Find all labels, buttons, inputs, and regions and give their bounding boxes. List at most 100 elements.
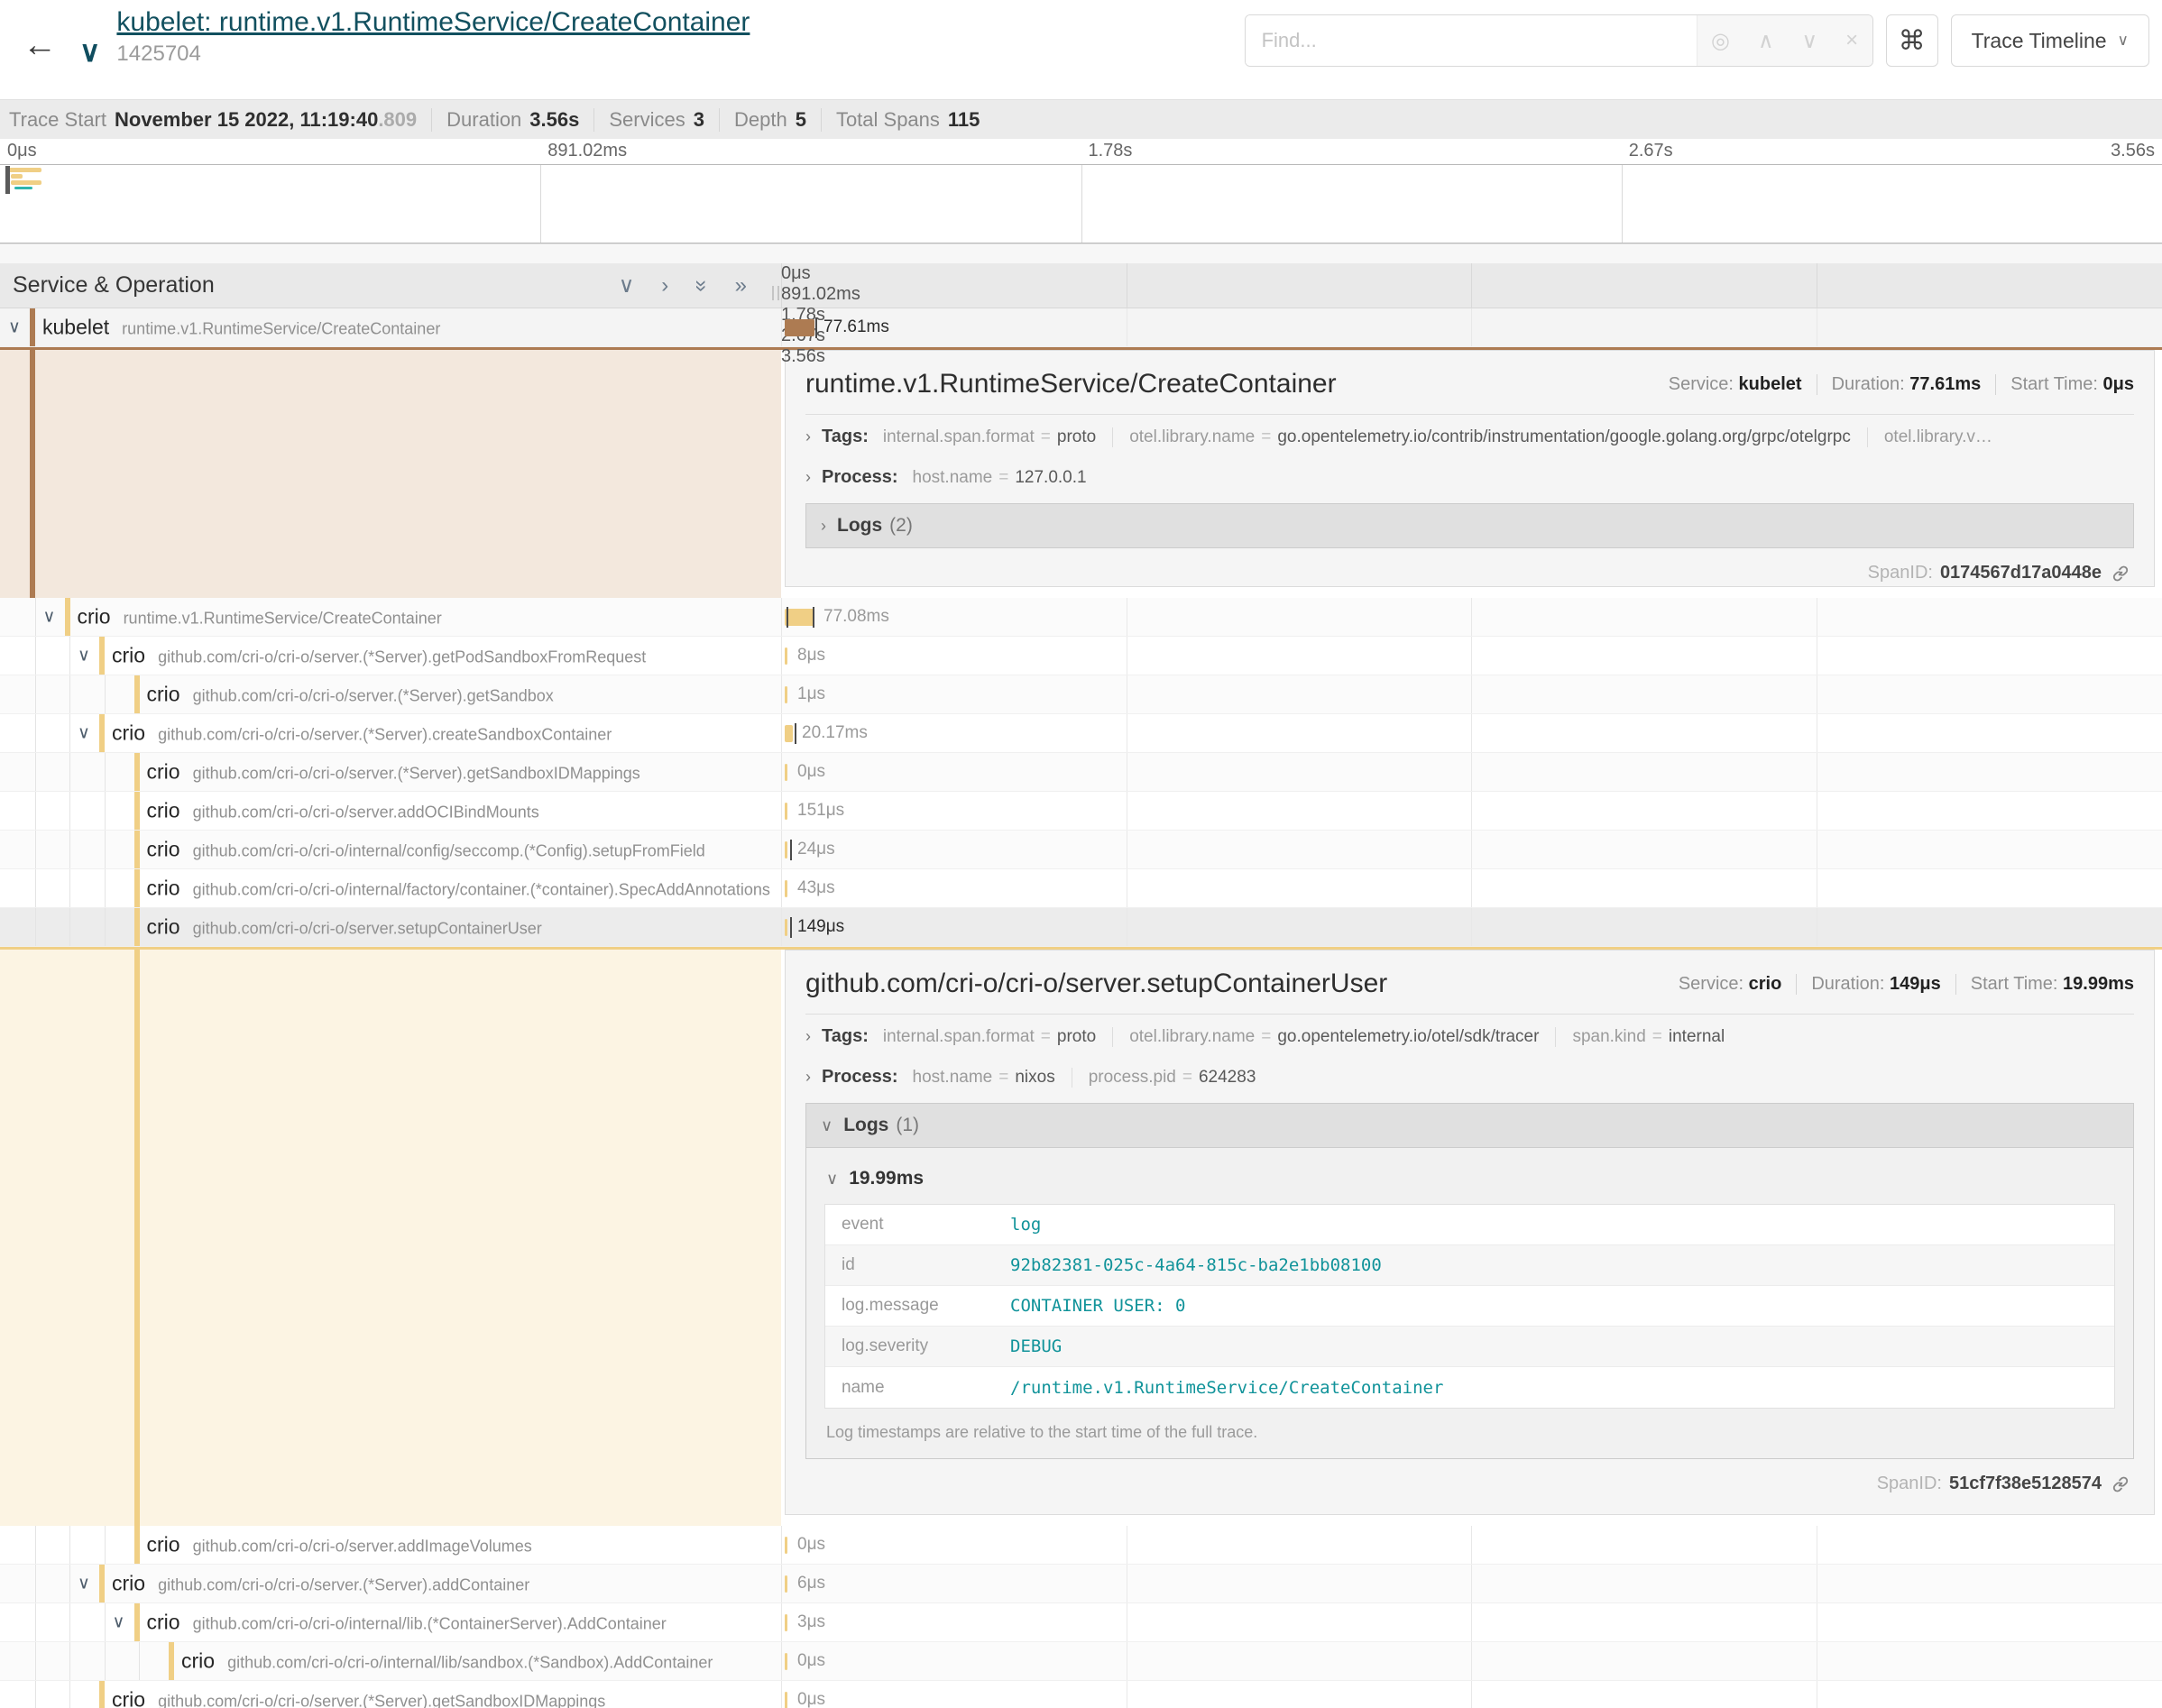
- span-row[interactable]: criogithub.com/cri-o/cri-o/server.addOCI…: [0, 792, 2162, 831]
- span-duration-bar[interactable]: [785, 686, 787, 703]
- trace-title-link[interactable]: kubelet: runtime.v1.RuntimeService/Creat…: [116, 7, 750, 38]
- prev-result-icon[interactable]: ∧: [1758, 28, 1774, 54]
- span-row[interactable]: criogithub.com/cri-o/cri-o/server.(*Serv…: [0, 1681, 2162, 1708]
- tags-row[interactable]: ›Tags:internal.span.format=protootel.lib…: [805, 415, 2134, 455]
- detail-meta-item: Service: crio: [1679, 974, 1782, 995]
- span-duration-bar[interactable]: [785, 919, 787, 936]
- process-row[interactable]: ›Process:host.name=127.0.0.1: [805, 455, 2134, 496]
- meta-label: Duration:: [1832, 374, 1910, 394]
- deep-link-icon[interactable]: [2111, 564, 2130, 583]
- logs-toggle[interactable]: ›Logs(2): [805, 503, 2134, 548]
- collapse-one-icon[interactable]: ∨: [619, 275, 635, 297]
- span-row[interactable]: criogithub.com/cri-o/cri-o/internal/fact…: [0, 869, 2162, 908]
- minimap-span-bar: [11, 174, 23, 179]
- span-row[interactable]: criogithub.com/cri-o/cri-o/internal/conf…: [0, 831, 2162, 869]
- span-row[interactable]: ∨crioruntime.v1.RuntimeService/CreateCon…: [0, 598, 2162, 637]
- span-duration-bar[interactable]: [785, 647, 787, 665]
- span-duration-bar[interactable]: [785, 319, 814, 336]
- indent-guide: [139, 1642, 140, 1680]
- span-duration-label: 0μs: [797, 1535, 825, 1555]
- stat-value: 115: [948, 108, 980, 132]
- span-detail-row: github.com/cri-o/cri-o/server.setupConta…: [0, 947, 2162, 1526]
- tags-label: Tags:: [822, 427, 869, 447]
- expand-chevron-icon[interactable]: ∨: [43, 607, 56, 628]
- back-button[interactable]: ←: [0, 0, 79, 90]
- span-duration-bar[interactable]: [785, 1614, 787, 1631]
- log-fields-table: eventlogid92b82381-025c-4a64-815c-ba2e1b…: [824, 1204, 2115, 1409]
- span-timeline-cell: 8μs: [781, 637, 2162, 675]
- expand-chevron-icon[interactable]: ∨: [78, 646, 90, 666]
- chevron-icon: ›: [821, 517, 826, 536]
- span-duration-bar[interactable]: [785, 609, 814, 626]
- trace-view-selector[interactable]: Trace Timeline ∨: [1951, 14, 2149, 67]
- span-timeline-cell: 20.17ms: [781, 714, 2162, 752]
- meta-label: Start Time:: [1971, 974, 2063, 994]
- span-duration-bar[interactable]: [785, 1537, 787, 1554]
- log-field-value: log: [1010, 1215, 1041, 1235]
- span-row[interactable]: ∨criogithub.com/cri-o/cri-o/server.(*Ser…: [0, 714, 2162, 753]
- trace-minimap[interactable]: [0, 164, 2162, 243]
- find-input[interactable]: [1246, 15, 1697, 66]
- tag-item: otel.library.v…: [1867, 427, 1992, 447]
- log-entry-toggle[interactable]: ∨ 19.99ms: [826, 1168, 2115, 1189]
- indent-guide: [105, 753, 106, 791]
- tag-key: span.kind: [1572, 1027, 1645, 1046]
- span-color-strip: [134, 908, 140, 946]
- deep-link-icon[interactable]: [2111, 1474, 2130, 1494]
- service-name: criogithub.com/cri-o/cri-o/internal/lib.…: [147, 1611, 667, 1635]
- span-row[interactable]: ∨kubeletruntime.v1.RuntimeService/Create…: [0, 308, 2162, 347]
- span-row[interactable]: criogithub.com/cri-o/cri-o/server.addIma…: [0, 1526, 2162, 1565]
- span-detail-left-fill: [0, 950, 781, 1526]
- span-row[interactable]: ∨criogithub.com/cri-o/cri-o/server.(*Ser…: [0, 637, 2162, 675]
- collapse-trace-chevron-icon[interactable]: ∨: [79, 34, 100, 69]
- span-duration-bar[interactable]: [785, 725, 793, 742]
- chevron-right-icon: ›: [805, 468, 811, 487]
- span-duration-bar[interactable]: [785, 1653, 787, 1670]
- tags-row[interactable]: ›Tags:internal.span.format=protootel.lib…: [805, 1015, 2134, 1055]
- minimap-scrubber-handle[interactable]: [5, 166, 10, 194]
- expand-chevron-icon[interactable]: ∨: [78, 723, 90, 744]
- span-row[interactable]: ∨criogithub.com/cri-o/cri-o/server.(*Ser…: [0, 1565, 2162, 1603]
- logs-toggle[interactable]: ∨Logs(1): [805, 1103, 2134, 1148]
- keyboard-shortcuts-button[interactable]: ⌘: [1886, 14, 1938, 67]
- span-duration-bar[interactable]: [785, 841, 787, 859]
- locate-icon[interactable]: ◎: [1711, 28, 1730, 54]
- expand-chevron-icon[interactable]: ∨: [78, 1574, 90, 1594]
- tag-item: otel.library.name=go.opentelemetry.io/ot…: [1112, 1027, 1539, 1047]
- span-name-cell: criogithub.com/cri-o/cri-o/internal/lib/…: [0, 1642, 781, 1680]
- span-duration-bar[interactable]: [785, 880, 787, 897]
- expand-one-icon[interactable]: ›: [661, 275, 668, 297]
- span-row[interactable]: criogithub.com/cri-o/cri-o/server.(*Serv…: [0, 675, 2162, 714]
- span-name-cell: ∨criogithub.com/cri-o/cri-o/server.(*Ser…: [0, 1565, 781, 1602]
- chevron-down-icon: ∨: [826, 1170, 838, 1189]
- indent-guide: [105, 869, 106, 907]
- log-field-row: log.severityDEBUG: [825, 1327, 2114, 1367]
- span-duration-bar[interactable]: [785, 1575, 787, 1593]
- log-entry-time: 19.99ms: [849, 1168, 924, 1189]
- span-color-strip: [134, 831, 140, 868]
- span-row[interactable]: ∨ criogithub.com/cri-o/cri-o/internal/lib…: [0, 1603, 2162, 1642]
- expand-chevron-icon[interactable]: ∨: [113, 1612, 125, 1633]
- column-resize-grip[interactable]: [772, 286, 779, 300]
- span-row[interactable]: criogithub.com/cri-o/cri-o/server.setupC…: [0, 908, 2162, 947]
- span-timeline-cell: 151μs: [781, 792, 2162, 830]
- expand-chevron-icon[interactable]: ∨: [8, 317, 21, 338]
- span-duration-bar[interactable]: [785, 803, 787, 820]
- process-row[interactable]: ›Process:host.name=nixosprocess.pid=6242…: [805, 1055, 2134, 1096]
- tags-label: Tags:: [822, 1026, 869, 1047]
- span-duration-label: 0μs: [797, 1651, 825, 1671]
- expand-all-icon[interactable]: »: [735, 275, 747, 297]
- equals-sign: =: [1041, 1027, 1051, 1046]
- log-field-value: CONTAINER USER: 0: [1010, 1296, 1185, 1316]
- operation-name: github.com/cri-o/cri-o/server.addImageVo…: [193, 1538, 532, 1556]
- span-duration-bar[interactable]: [785, 1692, 787, 1708]
- chevron-right-icon: ›: [805, 1068, 811, 1087]
- span-duration-bar[interactable]: [785, 764, 787, 781]
- process-list: host.name=127.0.0.1: [913, 468, 1087, 488]
- collapse-all-icon[interactable]: »: [691, 280, 713, 291]
- clear-search-icon[interactable]: ×: [1845, 28, 1858, 53]
- span-row[interactable]: criogithub.com/cri-o/cri-o/internal/lib/…: [0, 1642, 2162, 1681]
- indent-guide: [35, 869, 36, 907]
- next-result-icon[interactable]: ∨: [1802, 28, 1818, 54]
- span-row[interactable]: criogithub.com/cri-o/cri-o/server.(*Serv…: [0, 753, 2162, 792]
